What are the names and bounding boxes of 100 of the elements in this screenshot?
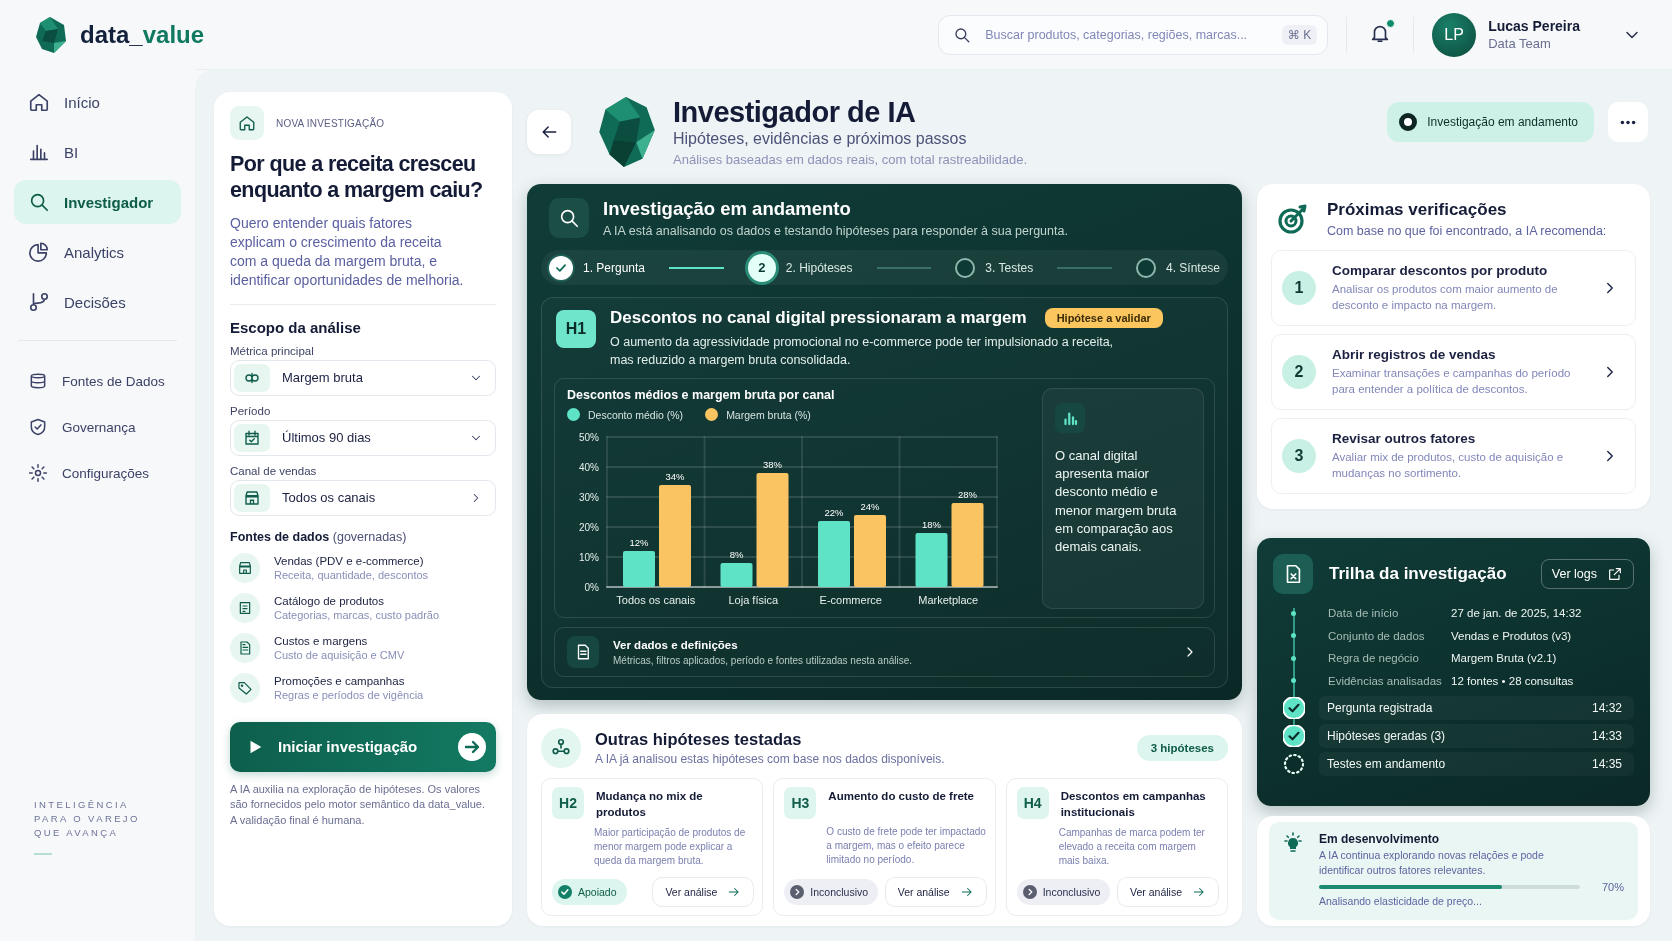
hypothesis-title: Descontos no canal digital pressionaram a margem <box>610 308 1027 328</box>
value-label: 18% <box>922 519 941 530</box>
event-label: Pergunta registrada <box>1327 701 1433 715</box>
target-icon <box>1277 203 1309 235</box>
axis-tick-label: 50% <box>579 432 599 443</box>
value-label: 38% <box>763 459 782 470</box>
start-investigation-button[interactable]: Iniciar investigação <box>230 721 496 772</box>
hypothesis-title: Descontos em campanhas institucionais <box>1060 789 1207 820</box>
step-number: 1 <box>1282 271 1316 305</box>
nav-item[interactable]: Decisões <box>14 280 181 324</box>
details-link[interactable]: Ver dados e definições Métricas, filtros aplicados, período e fontes utilizadas nesta análise. <box>554 627 1215 677</box>
view-analysis-button[interactable]: Ver análise <box>884 877 987 907</box>
branch-icon <box>28 291 50 313</box>
nav-item[interactable]: Início <box>14 80 181 124</box>
question-title: Por que a receita cresceu enquanto a margem caiu? <box>230 152 484 204</box>
user-avatar[interactable]: LP <box>1432 12 1477 57</box>
card-subtitle: A IA está analisando os dados e testando hipóteses para responder à sua pergunta. <box>603 224 1068 238</box>
nav-item[interactable]: Fontes de Dados <box>14 361 181 401</box>
value-label: 28% <box>958 489 977 500</box>
view-logs-button[interactable]: Ver logs <box>1540 559 1634 589</box>
hypothesis-description: O aumento da agressividade promocional no e-commerce pode ter impulsionado a receita, mas reduzido a margem bruta consolidada. <box>610 334 1115 369</box>
nav-item[interactable]: Configurações <box>14 453 181 493</box>
arrow-right-icon <box>727 885 742 899</box>
hypothesis-description: O custo de frete pode ter impactado a margem, mas o efeito parece limitado no período. <box>826 825 987 867</box>
tagline-text: PARA O VAREJO <box>34 813 140 824</box>
page-title: Investigador de IA <box>673 96 917 129</box>
detail-label: Data de início <box>1328 607 1400 620</box>
hypothesis-title: Mudança no mix de produtos <box>596 789 704 820</box>
dropdown-field[interactable]: Margem bruta <box>230 359 496 396</box>
source-name: Promoções e campanhas <box>274 674 406 687</box>
nav-item[interactable]: Governança <box>14 407 181 447</box>
value-label: 8% <box>729 549 744 560</box>
store-icon <box>237 559 253 576</box>
nav-item[interactable]: Analytics <box>14 230 181 274</box>
question-description: Quero entender quais fatores explicam o crescimento da receita com a queda da margem bruta, e identificar oportunidades de melhoria. <box>230 213 465 290</box>
detail-value: 12 fontes • 28 consultas <box>1451 674 1574 687</box>
source-description: Regras e períodos de vigência <box>274 688 424 701</box>
nav-item[interactable]: BI <box>14 130 181 174</box>
category-label: Todos os canais <box>616 594 696 606</box>
settings-icon <box>28 463 48 483</box>
chart-title: Descontos médios e margem bruta por canal <box>567 388 836 402</box>
search-input[interactable]: Buscar produtos, categorias, regiões, marcas... <box>983 20 1270 49</box>
logo-text: data_value <box>80 21 205 49</box>
user-role: Data Team <box>1488 36 1552 51</box>
step-number: 2 <box>1282 355 1316 389</box>
section-subtitle: A IA já analisou estas hipóteses com base nos dados disponíveis. <box>595 752 946 766</box>
development-description: A IA continua explorando novas relações e pode identificar outros fatores relevantes. <box>1319 848 1545 878</box>
view-analysis-button[interactable]: Ver análise <box>1117 877 1219 907</box>
shield-icon <box>28 417 48 437</box>
recommendation-item[interactable]: 2 Abrir registros de vendas Examinar transações e campanhas do período para entender a política de descontos. <box>1271 334 1636 410</box>
arrow-right-icon <box>959 885 974 899</box>
category-label: Loja física <box>728 594 778 606</box>
step-label: 3. Testes <box>985 260 1034 275</box>
source-name: Catálogo de produtos <box>274 594 385 607</box>
tagline-text: QUE AVANÇA <box>34 827 120 838</box>
recommendation-title: Comparar descontos por produto <box>1332 262 1549 278</box>
bar-chart-icon <box>1061 409 1079 427</box>
detail-label: Conjunto de dados <box>1328 629 1426 642</box>
hypothesis-code: H1 <box>556 310 596 348</box>
result-badge: Inconclusivo <box>784 879 879 905</box>
event-label: Hipóteses geradas (3) <box>1327 729 1446 743</box>
hypothesis-code: H4 <box>1016 787 1049 819</box>
user-name: Lucas Pereira <box>1488 18 1580 34</box>
source-description: Categorias, marcas, custo padrão <box>274 608 440 621</box>
event-time: 14:32 <box>1591 701 1622 715</box>
axis-tick-label: 30% <box>579 492 599 503</box>
recommendation-description: Avaliar mix de produtos, custo de aquisição e mudanças no sortimento. <box>1332 449 1565 481</box>
recommendation-description: Examinar transações e campanhas do período para entender a política de descontos. <box>1332 365 1572 397</box>
card-title: Investigação em andamento <box>603 198 852 220</box>
detail-value: Margem Bruta (v2.1) <box>1451 652 1557 665</box>
pie-chart-icon <box>28 241 50 263</box>
result-badge: Inconclusivo <box>1016 879 1111 905</box>
recommendation-description: Analisar os produtos com maior aumento de desconto e impacto na margem. <box>1332 281 1559 313</box>
back-button[interactable] <box>527 110 571 154</box>
link-field[interactable]: Todos os canais <box>230 479 496 516</box>
event-time: 14:33 <box>1591 729 1622 743</box>
category-label: E-commerce <box>819 594 882 606</box>
search-field[interactable]: Buscar produtos, categorias, regiões, marcas... ⌘ K <box>938 14 1329 55</box>
section-label: NOVA INVESTIGAÇÃO <box>276 117 385 129</box>
step-label: 4. Síntese <box>1165 260 1220 275</box>
recommendation-item[interactable]: 3 Revisar outros fatores Avaliar mix de produtos, custo de aquisição e mudanças no sortimento. <box>1271 418 1636 494</box>
event-time: 14:35 <box>1591 757 1622 771</box>
hypothesis-code: H2 <box>552 787 584 819</box>
step-label: 1. Pergunta <box>583 260 646 275</box>
hypothesis-tag: Hipótese a validar <box>1044 308 1163 328</box>
progress-caption: Analisando elasticidade de preço... <box>1319 895 1483 908</box>
dropdown-field[interactable]: Últimos 90 dias <box>230 419 496 456</box>
page-subtitle: Hipóteses, evidências e próximos passos <box>673 130 968 149</box>
nav-item[interactable]: Investigador <box>14 180 181 224</box>
recommendation-item[interactable]: 1 Comparar descontos por produto Analisar os produtos com maior aumento de desconto e impacto na margem. <box>1271 250 1636 326</box>
field-label: Métrica principal <box>230 344 315 357</box>
shortcut-hint: ⌘ K <box>1281 24 1318 45</box>
development-title: Em desenvolvimento <box>1319 832 1441 846</box>
view-analysis-button[interactable]: Ver análise <box>652 877 755 907</box>
step-marker: 2 <box>747 253 776 282</box>
chart-bar <box>720 563 753 587</box>
event-label: Testes em andamento <box>1327 757 1446 771</box>
step-number: 3 <box>1282 439 1316 473</box>
legend-label: Margem bruta (%) <box>726 408 811 421</box>
result-badge: Apoiado <box>552 879 627 905</box>
